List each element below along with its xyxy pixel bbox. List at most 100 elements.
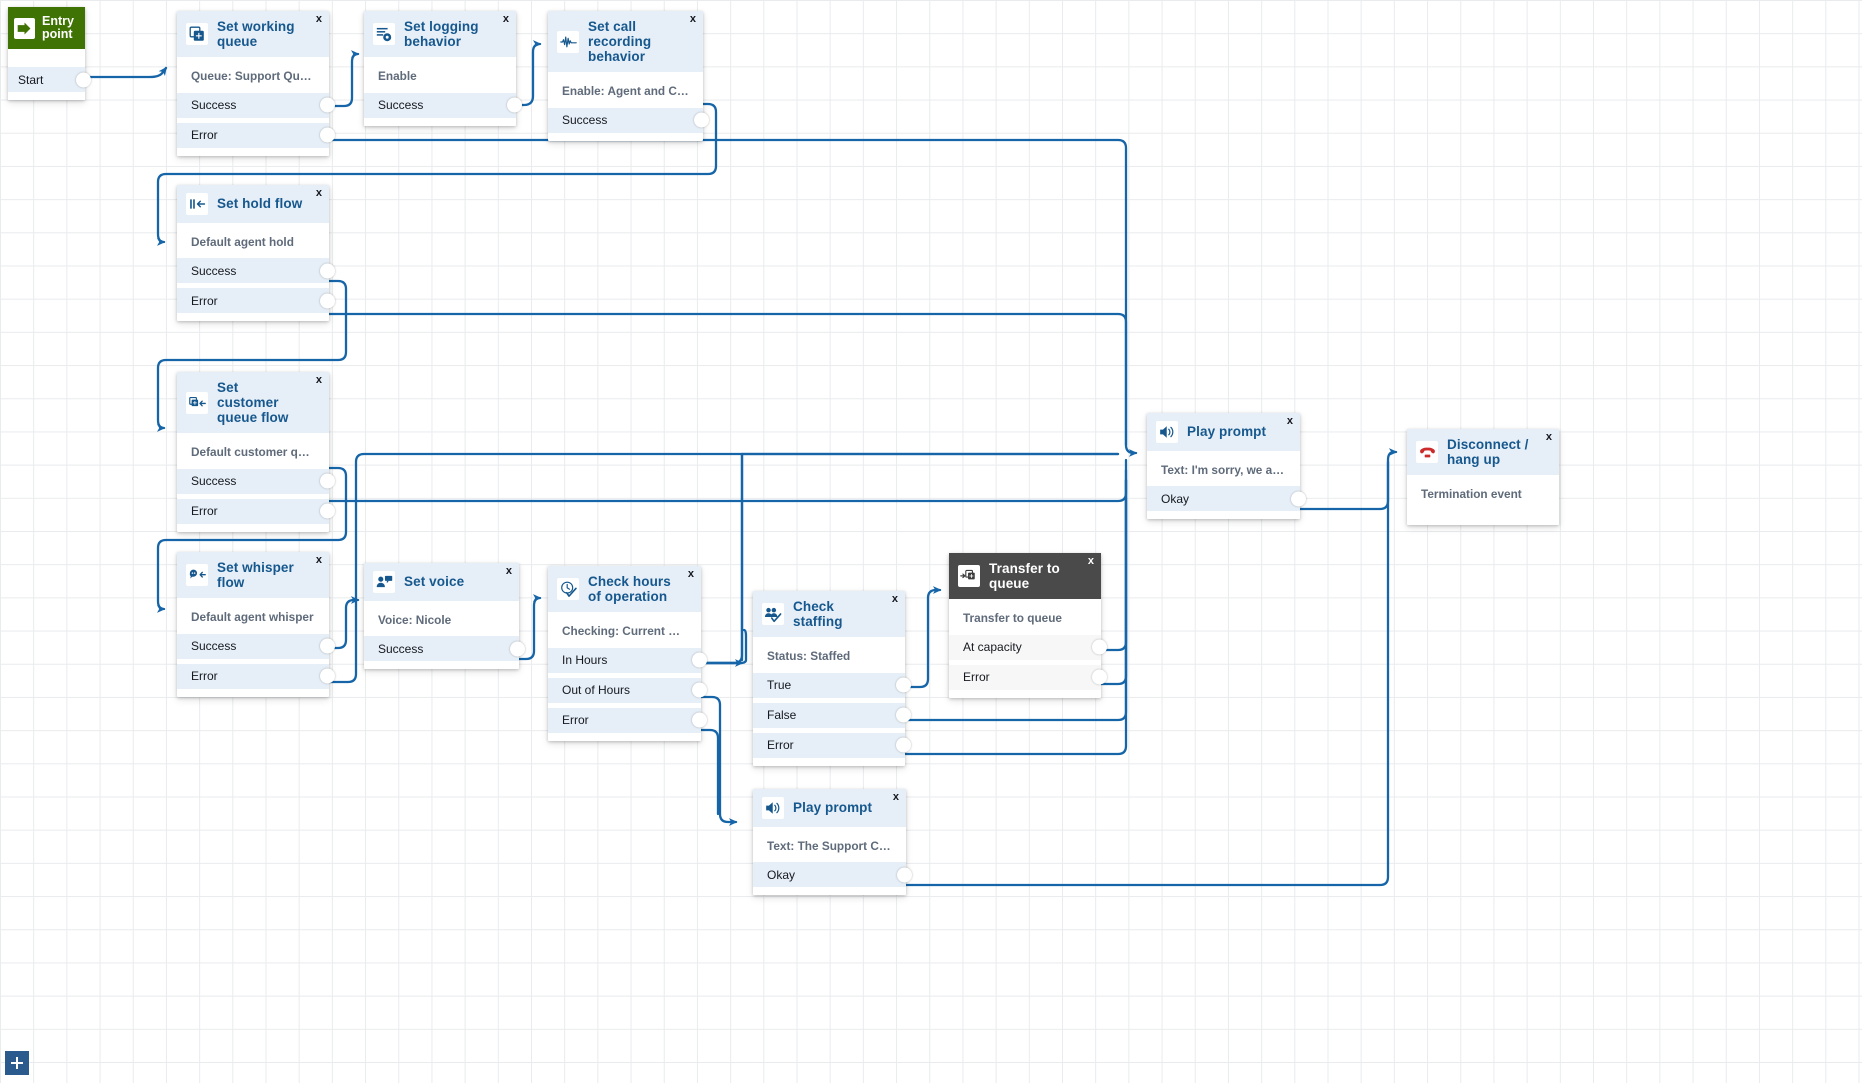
close-icon[interactable]: x bbox=[688, 569, 694, 580]
port-error[interactable]: Error bbox=[177, 288, 335, 314]
node-ports: In Hours Out of Hours Error bbox=[548, 647, 707, 741]
port-at-capacity[interactable]: At capacity bbox=[949, 634, 1107, 660]
port-success[interactable]: Success bbox=[177, 92, 335, 118]
port-okay[interactable]: Okay bbox=[753, 862, 912, 888]
customer-queue-flow-icon bbox=[186, 391, 208, 414]
close-icon[interactable]: x bbox=[1287, 416, 1293, 427]
port-connector-dot[interactable] bbox=[510, 641, 525, 657]
port-connector-dot[interactable] bbox=[1092, 639, 1107, 655]
flow-canvas[interactable]: Entry point Start Set working queue x Queu… bbox=[0, 0, 1862, 1083]
node-check-staffing[interactable]: Check staffing x Status: Staffed True False E… bbox=[753, 591, 911, 766]
node-description: Transfer to queue bbox=[963, 611, 1062, 626]
node-set-voice[interactable]: Set voice x Voice: Nicole Success bbox=[364, 563, 525, 670]
port-success[interactable]: Success bbox=[364, 92, 522, 118]
whisper-flow-icon bbox=[186, 564, 208, 587]
port-connector-dot[interactable] bbox=[896, 737, 911, 753]
close-icon[interactable]: x bbox=[506, 566, 512, 577]
close-icon[interactable]: x bbox=[1088, 556, 1094, 567]
entry-arrow-icon bbox=[14, 17, 35, 39]
port-success[interactable]: Success bbox=[548, 107, 709, 133]
node-ports: True False Error bbox=[753, 672, 911, 766]
port-error[interactable]: Error bbox=[177, 498, 335, 524]
port-connector-dot[interactable] bbox=[320, 127, 335, 143]
port-connector-dot[interactable] bbox=[1092, 669, 1107, 685]
node-check-hours-of-operation[interactable]: Check hours of operation x Checking: Curre… bbox=[548, 566, 707, 741]
port-error[interactable]: Error bbox=[177, 663, 335, 689]
port-connector-dot[interactable] bbox=[320, 293, 335, 309]
port-error[interactable]: Error bbox=[177, 122, 335, 148]
port-label: True bbox=[767, 678, 792, 693]
node-set-logging-behavior[interactable]: Set logging behavior x Enable Success bbox=[364, 11, 522, 126]
close-icon[interactable]: x bbox=[316, 375, 322, 386]
close-icon[interactable]: x bbox=[1546, 432, 1552, 443]
port-success[interactable]: Success bbox=[177, 633, 335, 659]
port-connector-dot[interactable] bbox=[896, 707, 911, 723]
node-title: Set working queue bbox=[217, 19, 295, 50]
port-connector-dot[interactable] bbox=[320, 503, 335, 519]
entry-point-node[interactable]: Entry point Start bbox=[8, 7, 91, 100]
port-error[interactable]: Error bbox=[548, 707, 707, 733]
port-connector-dot[interactable] bbox=[897, 867, 912, 883]
voice-icon bbox=[373, 571, 395, 593]
port-label: Error bbox=[191, 128, 218, 143]
port-true[interactable]: True bbox=[753, 672, 911, 698]
port-label: Okay bbox=[767, 867, 796, 882]
port-success[interactable]: Success bbox=[177, 258, 335, 284]
port-connector-dot[interactable] bbox=[320, 263, 335, 279]
port-connector-dot[interactable] bbox=[896, 677, 911, 693]
port-connector-dot[interactable] bbox=[76, 72, 91, 87]
port-label: Success bbox=[378, 641, 424, 656]
node-set-working-queue[interactable]: Set working queue x Queue: Support Queue Su… bbox=[177, 11, 335, 156]
node-header: Set voice x bbox=[364, 563, 519, 601]
node-description: Termination event bbox=[1421, 487, 1522, 502]
node-body: Termination event bbox=[1407, 475, 1559, 510]
node-ports: Okay bbox=[753, 862, 912, 895]
close-icon[interactable]: x bbox=[316, 14, 322, 25]
port-connector-dot[interactable] bbox=[320, 668, 335, 684]
port-connector-dot[interactable] bbox=[320, 473, 335, 489]
port-connector-dot[interactable] bbox=[692, 712, 707, 728]
node-body: Voice: Nicole bbox=[364, 601, 519, 636]
node-header: Play prompt x bbox=[753, 789, 906, 827]
port-false[interactable]: False bbox=[753, 702, 911, 728]
port-error[interactable]: Error bbox=[949, 664, 1107, 690]
node-disconnect-hang-up[interactable]: Disconnect / hang up x Termination event bbox=[1407, 429, 1559, 525]
port-label: Error bbox=[191, 293, 218, 308]
node-play-prompt-closed[interactable]: Play prompt x Text: I'm sorry, we are curr… bbox=[1147, 413, 1306, 520]
port-error[interactable]: Error bbox=[753, 732, 911, 758]
port-label: Success bbox=[562, 113, 608, 128]
add-node-button[interactable] bbox=[5, 1051, 29, 1075]
entry-point-start-port[interactable]: Start bbox=[8, 67, 91, 92]
node-set-customer-queue-flow[interactable]: Set customer queue flow x Default customer… bbox=[177, 372, 335, 532]
node-title: Set hold flow bbox=[217, 196, 303, 212]
node-set-call-recording-behavior[interactable]: Set call recording behavior x Enable: Agen… bbox=[548, 11, 709, 141]
node-set-whisper-flow[interactable]: Set whisper flow x Default agent whisper Su… bbox=[177, 552, 335, 697]
port-okay[interactable]: Okay bbox=[1147, 486, 1306, 512]
port-connector-dot[interactable] bbox=[507, 97, 522, 113]
close-icon[interactable]: x bbox=[892, 594, 898, 605]
close-icon[interactable]: x bbox=[316, 555, 322, 566]
port-in-hours[interactable]: In Hours bbox=[548, 647, 707, 673]
node-title: Disconnect / hang up bbox=[1447, 437, 1529, 468]
port-connector-dot[interactable] bbox=[692, 682, 707, 698]
port-connector-dot[interactable] bbox=[320, 97, 335, 113]
port-success[interactable]: Success bbox=[364, 636, 525, 662]
node-transfer-to-queue[interactable]: Transfer to queue x Transfer to queue At ca… bbox=[949, 553, 1107, 698]
close-icon[interactable]: x bbox=[503, 14, 509, 25]
port-out-of-hours[interactable]: Out of Hours bbox=[548, 677, 707, 703]
port-connector-dot[interactable] bbox=[1291, 491, 1306, 507]
node-header: Play prompt x bbox=[1147, 413, 1300, 451]
port-connector-dot[interactable] bbox=[692, 652, 707, 668]
transfer-queue-icon bbox=[958, 565, 980, 588]
port-connector-dot[interactable] bbox=[320, 638, 335, 654]
close-icon[interactable]: x bbox=[893, 792, 899, 803]
node-set-hold-flow[interactable]: Set hold flow x Default agent hold Success E… bbox=[177, 185, 335, 322]
logging-icon bbox=[373, 23, 395, 46]
port-success[interactable]: Success bbox=[177, 468, 335, 494]
close-icon[interactable]: x bbox=[316, 188, 322, 199]
close-icon[interactable]: x bbox=[690, 14, 696, 25]
node-body: Text: I'm sorry, we are curre... bbox=[1147, 451, 1300, 486]
node-play-prompt-support[interactable]: Play prompt x Text: The Support Centre is.… bbox=[753, 789, 912, 896]
entry-point-body bbox=[8, 49, 85, 67]
port-connector-dot[interactable] bbox=[694, 112, 709, 128]
